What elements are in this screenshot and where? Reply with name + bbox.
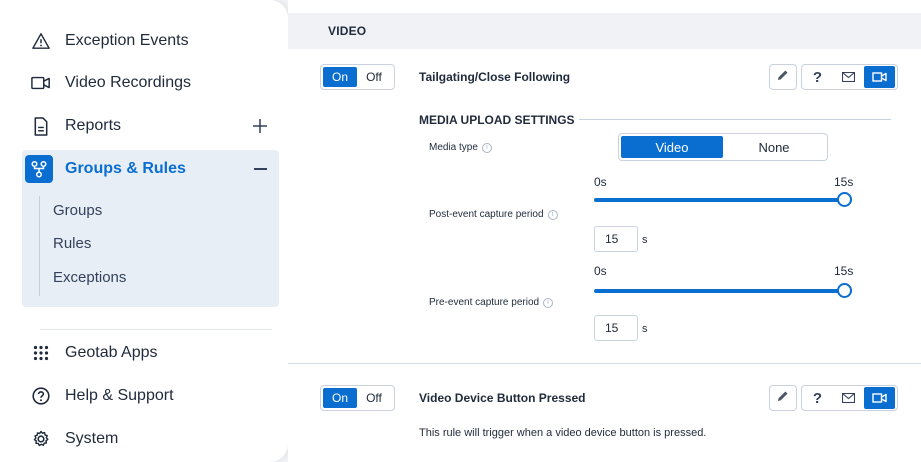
sidebar-item-label: Help & Support bbox=[65, 387, 174, 404]
info-icon[interactable]: i bbox=[481, 142, 492, 153]
toggle-on-option[interactable]: On bbox=[323, 388, 357, 408]
tree-line bbox=[39, 196, 40, 296]
sidebar-item-label: System bbox=[65, 430, 119, 447]
sidebar-item-reports[interactable]: Reports bbox=[22, 107, 278, 145]
question-mark-icon: ? bbox=[812, 389, 823, 407]
email-button[interactable] bbox=[833, 66, 864, 88]
video-camera-icon bbox=[872, 393, 887, 403]
sidebar-divider bbox=[40, 329, 272, 330]
edit-button[interactable] bbox=[769, 385, 797, 411]
gear-icon bbox=[31, 429, 51, 449]
sidebar-item-system[interactable]: System bbox=[22, 420, 278, 458]
post-event-value: 15 bbox=[605, 232, 619, 246]
rule-actions-group: ? bbox=[801, 385, 898, 411]
sidebar-item-label: Video Recordings bbox=[65, 74, 192, 91]
help-circle-icon bbox=[31, 386, 51, 406]
sidebar-subitem-groups[interactable]: Groups bbox=[53, 202, 102, 219]
pre-event-unit: s bbox=[642, 323, 648, 335]
sidebar-item-geotab-apps[interactable]: Geotab Apps bbox=[22, 334, 278, 372]
sidebar-item-label: Geotab Apps bbox=[65, 344, 158, 361]
pre-event-label-text: Pre-event capture period bbox=[429, 297, 540, 308]
document-icon bbox=[31, 116, 51, 136]
sidebar-item-exception-events[interactable]: Exception Events bbox=[22, 22, 278, 60]
groups-rules-section: Groups & Rules Groups Rules Exceptions bbox=[22, 150, 279, 307]
pencil-icon bbox=[777, 389, 789, 407]
info-icon[interactable]: i bbox=[547, 209, 558, 220]
edit-button[interactable] bbox=[769, 64, 797, 90]
sidebar-item-label: Reports bbox=[65, 117, 122, 134]
pre-slider-min-label: 0s bbox=[594, 264, 607, 278]
pre-event-slider[interactable] bbox=[594, 289, 852, 293]
divider-line bbox=[579, 119, 891, 120]
row-divider bbox=[288, 363, 921, 364]
sidebar-subitem-rules[interactable]: Rules bbox=[53, 235, 91, 252]
sidebar-item-video-recordings[interactable]: Video Recordings bbox=[22, 64, 278, 102]
rule-name: Video Device Button Pressed bbox=[419, 391, 586, 405]
rule-actions-group: ? bbox=[801, 64, 898, 90]
pre-slider-max-label: 15s bbox=[834, 264, 854, 278]
info-icon[interactable]: i bbox=[543, 297, 554, 308]
apps-grid-icon bbox=[31, 343, 51, 363]
media-type-option-video[interactable]: Video bbox=[621, 136, 723, 158]
post-event-slider[interactable] bbox=[594, 198, 852, 202]
pre-event-input[interactable]: 15 bbox=[594, 315, 638, 341]
rule-toggle-video-button[interactable]: On Off bbox=[320, 385, 395, 411]
pre-event-label: Pre-event capture period i bbox=[429, 297, 554, 308]
toggle-off-option[interactable]: Off bbox=[357, 388, 391, 408]
section-title: VIDEO bbox=[328, 24, 367, 38]
toggle-off-option[interactable]: Off bbox=[357, 67, 391, 87]
video-camera-icon bbox=[31, 73, 51, 93]
video-button[interactable] bbox=[864, 66, 895, 88]
video-camera-icon bbox=[872, 72, 887, 82]
media-type-selector[interactable]: Video None bbox=[618, 133, 828, 161]
post-slider-min-label: 0s bbox=[594, 175, 607, 189]
post-event-slider-thumb[interactable] bbox=[837, 192, 852, 207]
warning-triangle-icon bbox=[31, 31, 51, 51]
pre-event-value: 15 bbox=[605, 321, 619, 335]
section-header: VIDEO bbox=[288, 13, 921, 49]
sidebar: Exception Events Video Recordings Report… bbox=[0, 0, 288, 462]
video-button[interactable] bbox=[864, 387, 895, 409]
post-event-label: Post-event capture period i bbox=[429, 209, 558, 220]
collapse-minus-icon[interactable] bbox=[254, 168, 267, 170]
sidebar-item-groups-rules[interactable]: Groups & Rules bbox=[22, 150, 279, 188]
media-type-label: Media type i bbox=[429, 142, 492, 153]
groups-rules-icon bbox=[25, 155, 53, 183]
help-button[interactable]: ? bbox=[802, 66, 833, 88]
media-type-option-none[interactable]: None bbox=[723, 136, 825, 158]
rule-name: Tailgating/Close Following bbox=[419, 70, 571, 84]
sidebar-item-label: Exception Events bbox=[65, 32, 189, 49]
post-event-label-text: Post-event capture period bbox=[429, 209, 544, 220]
pre-event-slider-thumb[interactable] bbox=[837, 283, 852, 298]
rule-description: This rule will trigger when a video devi… bbox=[419, 427, 707, 439]
post-slider-max-label: 15s bbox=[834, 175, 854, 189]
toggle-on-option[interactable]: On bbox=[323, 67, 357, 87]
sidebar-item-label: Groups & Rules bbox=[65, 160, 186, 177]
expand-plus-icon[interactable] bbox=[252, 118, 268, 134]
post-event-input[interactable]: 15 bbox=[594, 226, 638, 252]
question-mark-icon: ? bbox=[812, 68, 823, 86]
envelope-icon bbox=[842, 393, 855, 403]
media-upload-title: MEDIA UPLOAD SETTINGS bbox=[419, 113, 575, 127]
envelope-icon bbox=[842, 72, 855, 82]
main-panel: VIDEO On Off Tailgating/Close Following … bbox=[288, 0, 921, 462]
sidebar-item-help-support[interactable]: Help & Support bbox=[22, 377, 278, 415]
pencil-icon bbox=[777, 68, 789, 86]
email-button[interactable] bbox=[833, 387, 864, 409]
post-event-unit: s bbox=[642, 234, 648, 246]
help-button[interactable]: ? bbox=[802, 387, 833, 409]
media-type-label-text: Media type bbox=[429, 142, 478, 153]
rule-toggle-tailgating[interactable]: On Off bbox=[320, 64, 395, 90]
sidebar-subitem-exceptions[interactable]: Exceptions bbox=[53, 269, 126, 286]
